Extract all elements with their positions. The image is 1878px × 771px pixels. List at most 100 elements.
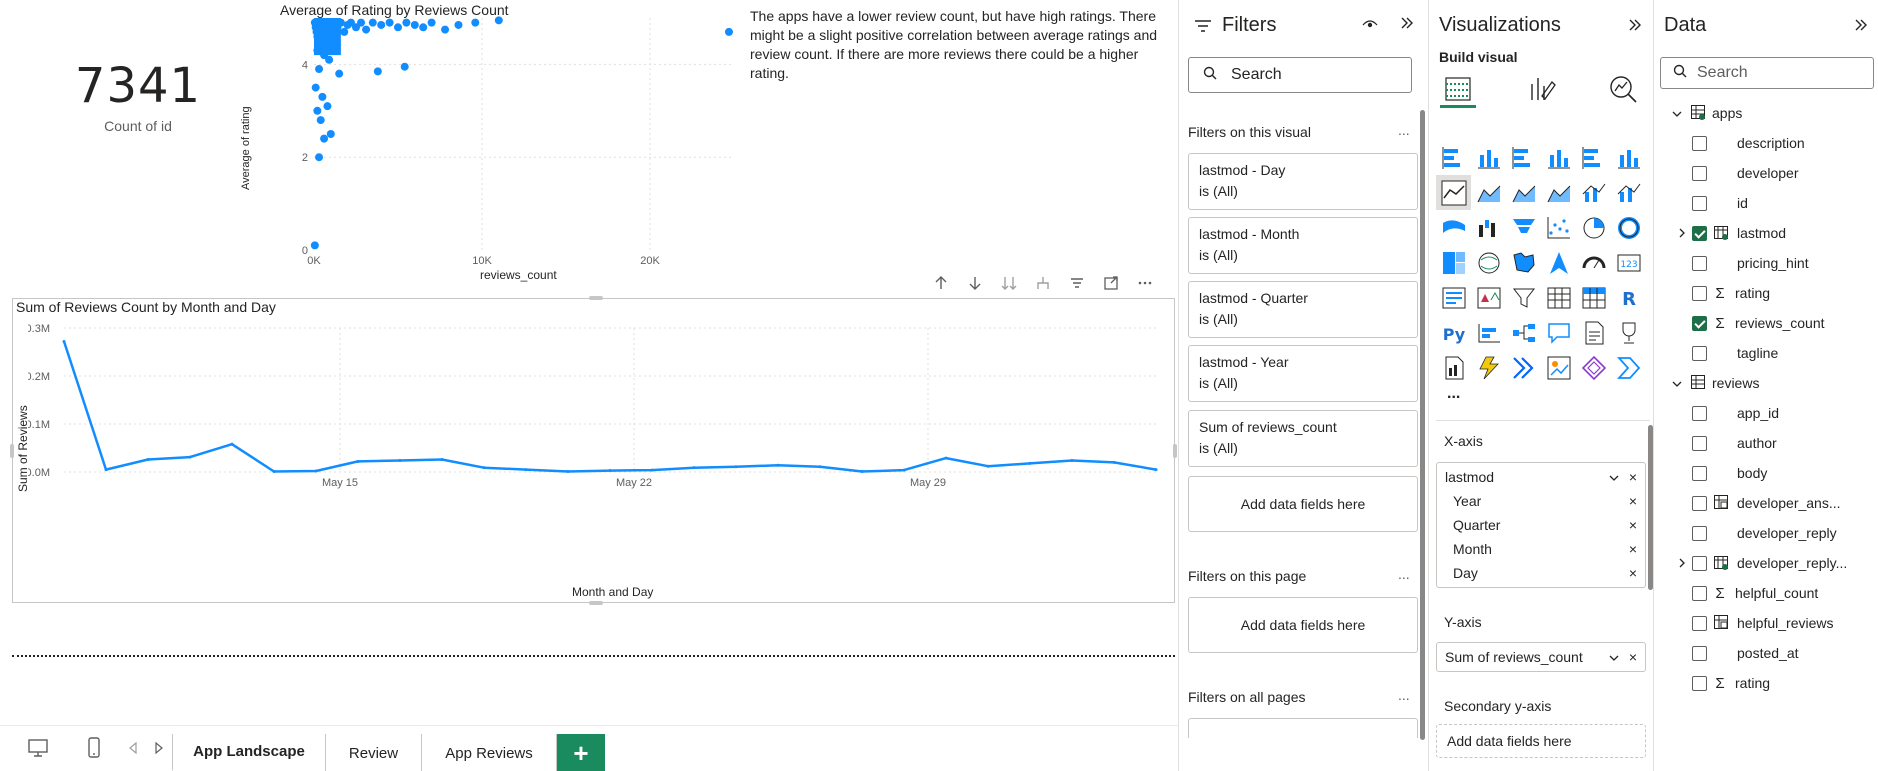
arrow-up-icon[interactable] [930,272,952,294]
remove-field-icon[interactable]: × [1629,541,1637,557]
remove-field-icon[interactable]: × [1629,469,1637,485]
resize-handle-top[interactable] [589,296,603,300]
line-column-icon[interactable] [1576,175,1611,210]
field-checkbox[interactable] [1692,675,1707,691]
field-checkbox[interactable] [1692,495,1707,511]
field-checkbox[interactable] [1692,525,1707,541]
kpi-card-value[interactable]: 7341 [40,58,236,114]
data-field-row[interactable]: Σreviews_count [1692,308,1825,338]
data-field-row[interactable]: developer [1692,158,1799,188]
decomposition-tree-icon[interactable] [1506,315,1541,350]
insight-textbox[interactable]: The apps have a lower review count, but … [750,7,1175,83]
power-automate-icon[interactable] [1506,350,1541,385]
arcgis-icon[interactable] [1541,350,1576,385]
data-table-apps[interactable]: apps [1672,98,1742,128]
data-field-row[interactable]: helpful_reviews [1692,608,1834,638]
x-axis-subfield-day[interactable]: Day × [1437,561,1645,585]
x-axis-subfield-quarter[interactable]: Quarter × [1437,513,1645,537]
r-visual-icon[interactable]: R [1611,280,1646,315]
stacked-area-icon[interactable] [1506,175,1541,210]
stacked-column-icon[interactable] [1471,140,1506,175]
secondary-y-axis-add-fields[interactable]: Add data fields here [1436,724,1646,758]
page-tab-app-landscape[interactable]: App Landscape [172,734,325,771]
chevron-down-icon[interactable] [1672,375,1690,391]
treemap-icon[interactable] [1436,245,1471,280]
data-field-row[interactable]: Σhelpful_count [1692,578,1818,608]
data-search-input[interactable]: Search [1660,57,1874,89]
mobile-view-icon[interactable] [82,736,106,760]
area-chart-icon[interactable] [1471,175,1506,210]
field-checkbox[interactable] [1692,135,1707,151]
data-field-row[interactable]: app_id [1692,398,1779,428]
azure-map-icon[interactable] [1541,245,1576,280]
filters-page-add-fields[interactable]: Add data fields here [1188,597,1418,653]
filters-all-pages-more[interactable]: ... [1398,687,1410,703]
field-checkbox[interactable] [1692,555,1707,571]
waterfall-icon[interactable] [1471,210,1506,245]
metrics-icon[interactable] [1576,350,1611,385]
collapse-visualizations-icon[interactable] [1628,18,1642,37]
field-checkbox[interactable] [1692,465,1707,481]
gauge-icon[interactable] [1576,245,1611,280]
kpi-icon[interactable] [1471,280,1506,315]
add-page-button[interactable]: + [557,734,605,771]
field-checkbox[interactable] [1692,645,1707,661]
field-checkbox[interactable] [1692,435,1707,451]
table-icon[interactable] [1541,280,1576,315]
x-axis-well[interactable]: lastmod × Year × Quarter × Month × Day × [1436,462,1646,588]
goals-icon[interactable] [1611,315,1646,350]
filters-all-pages-well[interactable] [1188,718,1418,738]
filter-card-month[interactable]: lastmod - Month is (All) [1188,217,1418,274]
y-axis-field-sum-reviews[interactable]: Sum of reviews_count × [1437,645,1645,669]
key-influencers-icon[interactable] [1471,315,1506,350]
previous-page-icon[interactable] [121,736,145,760]
chevron-right-icon[interactable] [1678,225,1686,241]
collapse-filters-icon[interactable] [1400,16,1414,35]
100-column-icon[interactable] [1611,140,1646,175]
more-options-icon[interactable] [1134,272,1156,294]
data-field-row[interactable]: developer_reply... [1679,548,1847,578]
double-arrow-down-icon[interactable] [998,272,1020,294]
expand-hierarchy-icon[interactable] [1032,272,1054,294]
data-field-row[interactable]: developer_ans... [1692,488,1841,518]
chevron-down-icon[interactable] [1609,469,1619,485]
remove-field-icon[interactable]: × [1629,493,1637,509]
resize-handle-left[interactable] [10,444,14,458]
scatter-chart[interactable]: 0240K 10K 20K [300,14,740,268]
chevron-right-icon[interactable] [1678,555,1686,571]
field-checkbox[interactable] [1692,345,1707,361]
data-field-row[interactable]: id [1692,188,1748,218]
narrative-icon[interactable] [1576,315,1611,350]
field-checkbox[interactable] [1692,315,1707,331]
chevron-down-icon[interactable] [1672,105,1690,121]
desktop-view-icon[interactable] [26,736,50,760]
power-apps-icon[interactable] [1471,350,1506,385]
x-axis-subfield-month[interactable]: Month × [1437,537,1645,561]
field-checkbox[interactable] [1692,165,1707,181]
focus-mode-icon[interactable] [1100,272,1122,294]
field-checkbox[interactable] [1692,615,1707,631]
collapse-data-icon[interactable] [1854,18,1868,37]
field-checkbox[interactable] [1692,225,1707,241]
data-field-row[interactable]: lastmod [1679,218,1786,248]
field-checkbox[interactable] [1692,285,1707,301]
remove-field-icon[interactable]: × [1629,649,1637,665]
clustered-bar-icon[interactable] [1506,140,1541,175]
eye-icon[interactable] [1362,17,1378,36]
python-visual-icon[interactable]: Py [1436,315,1471,350]
qa-icon[interactable] [1541,315,1576,350]
remove-field-icon[interactable]: × [1629,517,1637,533]
y-axis-well[interactable]: Sum of reviews_count × [1436,642,1646,672]
data-field-row[interactable]: body [1692,458,1767,488]
paginated-report-icon[interactable] [1436,350,1471,385]
format-visual-tab-icon[interactable] [1528,74,1556,109]
field-checkbox[interactable] [1692,585,1707,601]
funnel-icon[interactable] [1506,210,1541,245]
donut-chart-icon[interactable] [1611,210,1646,245]
data-table-reviews[interactable]: reviews [1672,368,1759,398]
remove-field-icon[interactable]: × [1629,565,1637,581]
100-area-icon[interactable] [1541,175,1576,210]
chevron-down-icon[interactable] [1609,649,1619,665]
data-field-row[interactable]: Σrating [1692,668,1770,698]
scatter-icon[interactable] [1541,210,1576,245]
